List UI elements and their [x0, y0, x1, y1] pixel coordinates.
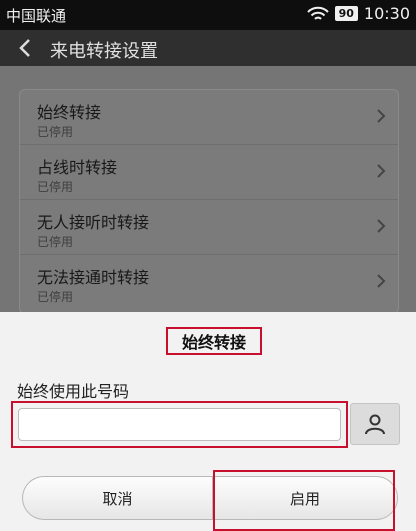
contact-icon	[365, 414, 385, 435]
phone-number-input[interactable]	[18, 408, 341, 441]
clock: 10:30	[363, 4, 410, 23]
cancel-button[interactable]: 取消	[22, 476, 212, 520]
back-arrow-icon[interactable]	[16, 37, 34, 59]
option-status: 已停用	[37, 125, 74, 139]
number-label: 始终使用此号码	[17, 382, 130, 401]
forward-number-dialog: 始终转接 始终使用此号码 取消 启用	[0, 312, 416, 531]
forward-option-always[interactable]: 始终转接 已停用	[20, 90, 398, 145]
chevron-right-icon	[377, 274, 386, 288]
option-title: 始终转接	[37, 103, 102, 122]
enable-button[interactable]: 启用	[212, 476, 398, 520]
option-status: 已停用	[37, 235, 74, 249]
option-title: 占线时转接	[37, 158, 118, 177]
chevron-right-icon	[377, 219, 386, 233]
page-title: 来电转接设置	[50, 41, 158, 62]
contact-picker-button[interactable]	[350, 403, 400, 445]
wifi-icon	[306, 6, 329, 20]
status-bar: 中国联通 90 10:30	[0, 0, 416, 30]
option-status: 已停用	[37, 180, 74, 194]
forward-options-list: 始终转接 已停用 占线时转接 已停用 无人接听时转接 已停用 无法接通时转接 已…	[19, 89, 399, 314]
dialog-title: 始终转接	[166, 327, 262, 355]
forward-option-no-answer[interactable]: 无人接听时转接 已停用	[20, 200, 398, 255]
chevron-right-icon	[377, 164, 386, 178]
carrier-name: 中国联通	[6, 7, 67, 25]
app-header: 来电转接设置	[0, 30, 416, 66]
option-title: 无法接通时转接	[37, 268, 150, 287]
forward-option-busy[interactable]: 占线时转接 已停用	[20, 145, 398, 200]
battery-icon: 90	[334, 6, 358, 21]
chevron-right-icon	[377, 109, 386, 123]
forward-option-unreachable[interactable]: 无法接通时转接 已停用	[20, 255, 398, 310]
option-title: 无人接听时转接	[37, 213, 150, 232]
option-status: 已停用	[37, 290, 74, 304]
settings-content: 始终转接 已停用 占线时转接 已停用 无人接听时转接 已停用 无法接通时转接 已…	[0, 66, 416, 314]
number-input-frame	[11, 401, 348, 448]
